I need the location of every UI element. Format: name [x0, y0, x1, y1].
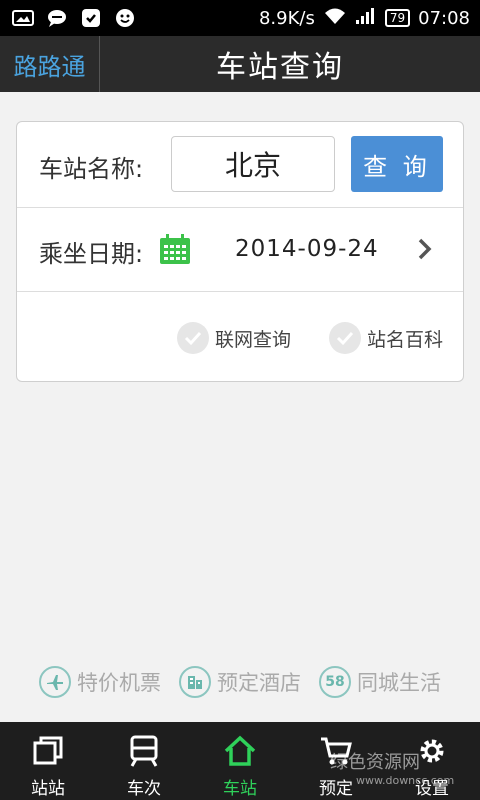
airplane-icon [39, 666, 71, 698]
watermark-url: www.downcc.com [356, 774, 455, 787]
query-card: 车站名称: 查 询 乘坐日期: 2014-09-24 联网查询 [16, 121, 464, 382]
station-row: 车站名称: 查 询 [17, 122, 463, 208]
tab-station[interactable]: 车站 [192, 722, 288, 800]
chevron-right-icon[interactable] [415, 232, 435, 266]
watermark-title: 绿色资源网 [330, 752, 420, 773]
checkbox-icon[interactable] [177, 322, 209, 354]
city-life-label: 同城生活 [357, 671, 441, 695]
station-name-input[interactable] [171, 136, 335, 192]
page-title: 车站查询 [216, 50, 344, 85]
scan-notification-icon [80, 9, 102, 27]
tab-train-number[interactable]: 车次 [96, 722, 192, 800]
signal-icon [355, 7, 377, 30]
network-speed: 8.9K/s [258, 7, 315, 29]
hotel-icon [179, 666, 211, 698]
wifi-icon [323, 7, 347, 30]
station-encyclopedia-option[interactable]: 站名百科 [329, 322, 443, 354]
chat-notification-icon [46, 9, 68, 27]
tab-label: 站站 [31, 779, 65, 799]
station-label: 车站名称: [39, 155, 144, 183]
clock: 07:08 [418, 7, 470, 29]
book-hotel-link[interactable]: 预定酒店 [179, 666, 301, 698]
date-row[interactable]: 乘坐日期: 2014-09-24 [17, 208, 463, 292]
calendar-icon [160, 234, 190, 264]
checkbox-icon[interactable] [329, 322, 361, 354]
options-row: 联网查询 站名百科 [17, 292, 463, 382]
station-to-station-icon [33, 736, 63, 765]
city-life-link[interactable]: 58 同城生活 [319, 666, 441, 698]
battery-indicator: 79 [384, 9, 411, 27]
online-query-option[interactable]: 联网查询 [177, 322, 291, 354]
58-icon: 58 [319, 666, 351, 698]
date-label: 乘坐日期: [39, 240, 144, 268]
tab-station-to-station[interactable]: 站站 [0, 722, 96, 800]
query-button[interactable]: 查 询 [351, 136, 443, 192]
home-icon [224, 735, 256, 766]
tab-label: 车站 [223, 779, 257, 799]
watermark: 绿色资源网 www.downcc.com [330, 748, 454, 787]
cheap-flights-label: 特价机票 [77, 671, 161, 695]
train-icon [130, 735, 158, 767]
online-query-label: 联网查询 [215, 328, 292, 351]
tab-label: 车次 [127, 779, 161, 799]
station-encyclopedia-label: 站名百科 [367, 328, 444, 351]
title-bar: 路路通 车站查询 [0, 36, 480, 92]
cheap-flights-link[interactable]: 特价机票 [39, 666, 161, 698]
app-home-button[interactable]: 路路通 [0, 36, 100, 92]
book-hotel-label: 预定酒店 [217, 671, 301, 695]
status-bar: 8.9K/s 79 07:08 [0, 0, 480, 36]
date-value[interactable]: 2014-09-24 [235, 236, 379, 262]
smiley-notification-icon [114, 9, 136, 27]
service-links: 特价机票 预定酒店 58 同城生活 [0, 662, 480, 702]
image-notification-icon [12, 9, 34, 27]
